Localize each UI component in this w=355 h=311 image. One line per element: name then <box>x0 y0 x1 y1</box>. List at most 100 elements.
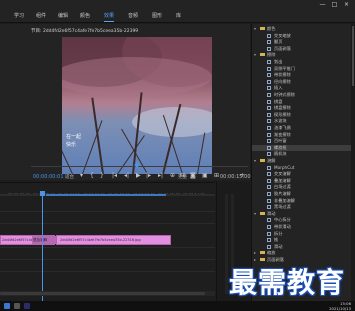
effect-item[interactable]: MorphCut <box>252 165 355 171</box>
transition-icon <box>267 93 271 97</box>
maximize-button[interactable]: □ <box>330 1 339 9</box>
timeline-scrollbar[interactable] <box>0 291 215 296</box>
chevron-right-icon[interactable]: ▸ <box>254 250 256 256</box>
transition-clip[interactable]: 叠加溶解 <box>32 236 56 244</box>
effect-item[interactable]: 叠加溶解 <box>252 178 355 184</box>
mark-in-button[interactable]: { <box>90 172 94 180</box>
effects-scroll-thumb[interactable] <box>352 26 354 86</box>
work-area-range[interactable] <box>46 194 166 196</box>
zoom-fit-select[interactable]: 适合 <box>65 174 74 180</box>
search-icon[interactable] <box>14 303 20 309</box>
safe-margins-button[interactable]: ⊞ <box>214 172 219 180</box>
effect-item[interactable]: 时钟式擦除 <box>252 92 355 98</box>
lift-button[interactable]: ⊕ <box>170 172 175 180</box>
effect-item[interactable]: 水波块 <box>252 118 355 124</box>
effect-label: 交叉缩放 <box>274 32 291 38</box>
effect-item[interactable]: 棋盘 <box>252 99 355 105</box>
effect-item[interactable]: 油漆飞溅 <box>252 125 355 131</box>
workspace-tab-color[interactable]: 颜色 <box>80 11 90 21</box>
effect-item[interactable]: 滑动 <box>252 244 355 250</box>
effect-item[interactable]: 双侧平推门 <box>252 66 355 72</box>
mark-out-button[interactable]: } <box>100 172 104 180</box>
effect-item[interactable]: 中心拆分 <box>252 217 355 223</box>
transition-icon <box>267 79 271 84</box>
effect-item[interactable]: 带状滑动 <box>252 224 355 230</box>
effect-item[interactable]: 黑场过渡 <box>252 204 355 210</box>
effect-item[interactable]: 交叉缩放 <box>252 33 355 39</box>
effect-item[interactable]: 棋盘擦除 <box>252 105 355 111</box>
playhead-timecode[interactable]: 00:00:00:01 <box>33 174 64 180</box>
workspace-tab-graphics[interactable]: 图形 <box>152 11 162 21</box>
effect-item[interactable]: 渐变擦除 <box>252 132 355 138</box>
workspace-tab-learn[interactable]: 学习 <box>14 11 24 21</box>
effect-item[interactable]: 胶片溶解 <box>252 191 355 197</box>
minimize-button[interactable]: — <box>318 1 327 9</box>
effect-label: 拆分 <box>274 230 283 236</box>
monitor-scrub-bar[interactable] <box>31 162 248 169</box>
effect-item[interactable]: 带状擦除 <box>252 72 355 78</box>
workspace-tab-audio[interactable]: 音频 <box>128 11 138 21</box>
chevron-down-icon[interactable]: ▾ <box>254 211 256 217</box>
play-button[interactable]: ▶ <box>136 172 141 180</box>
export-frame-button[interactable]: ◙ <box>190 172 196 180</box>
start-icon[interactable] <box>4 303 10 309</box>
effect-label: 双侧平推门 <box>274 65 295 71</box>
effect-item[interactable]: 划出 <box>252 59 355 65</box>
video-clip[interactable]: 2dd4fd2e6f57c4afe7fe7b5ceea35b-22316.jpg <box>56 235 171 245</box>
effect-item[interactable]: 拆分 <box>252 231 355 237</box>
workspace-tab-libraries[interactable]: 库 <box>176 11 181 21</box>
track-divider <box>0 247 215 248</box>
effect-item[interactable]: 螺旋框 <box>252 144 355 151</box>
timeline-scroll-thumb[interactable] <box>0 292 205 295</box>
effect-item[interactable]: 交叉溶解 <box>252 171 355 177</box>
effect-item[interactable]: 径向擦除 <box>252 79 355 85</box>
workspace-tab-editing[interactable]: 编辑 <box>58 11 68 21</box>
effect-label: 溶解 <box>267 158 276 163</box>
button-editor-button[interactable]: + <box>240 172 245 180</box>
taskbar-date[interactable]: 2021/10/13 <box>329 306 351 311</box>
step-back-button[interactable]: ◂| <box>124 172 129 180</box>
workspace-tab-assembly[interactable]: 组件 <box>36 11 46 21</box>
effect-folder[interactable]: ▾ 滑动 <box>252 211 355 217</box>
effect-folder[interactable]: ▸ 缩放 <box>252 250 355 256</box>
comparison-view-button[interactable]: ▣ <box>202 172 208 180</box>
track-divider <box>0 211 215 212</box>
effect-item[interactable]: 页面剥落 <box>252 46 355 52</box>
effect-item[interactable]: 插入 <box>252 85 355 91</box>
premiere-app-icon[interactable] <box>24 303 30 309</box>
add-marker-button[interactable]: ▾ <box>80 172 83 180</box>
chevron-down-icon[interactable]: ▾ <box>254 158 256 164</box>
step-forward-button[interactable]: |▸ <box>146 172 151 180</box>
effect-folder[interactable]: ▾ 颜色 <box>252 26 355 32</box>
effects-panel: ▾ 颜色 交叉缩放 翻页 页面剥落 ▾ 擦除 划出 双侧平推门 带状擦除 径向擦除 插入 时钟式擦除 棋盘… <box>251 24 355 301</box>
effect-label: 非叠加溶解 <box>274 197 295 203</box>
transition-icon <box>267 119 271 124</box>
effect-folder[interactable]: ▾ 溶解 <box>252 158 355 164</box>
effect-item[interactable]: 百叶窗 <box>252 138 355 144</box>
effect-item[interactable]: 翻页 <box>252 39 355 45</box>
close-button[interactable]: × <box>342 1 351 9</box>
chevron-down-icon[interactable]: ▾ <box>254 52 256 58</box>
timeline-playhead[interactable] <box>42 196 43 302</box>
transition-icon <box>267 231 271 236</box>
effects-scrollbar[interactable] <box>351 24 355 301</box>
effect-item[interactable]: 楔形擦除 <box>252 112 355 118</box>
video-frame[interactable]: 在一起 快乐 <box>62 37 212 174</box>
effect-item[interactable]: 随机块 <box>252 151 355 157</box>
chevron-down-icon[interactable]: ▾ <box>254 26 256 32</box>
transition-icon <box>267 218 271 223</box>
effect-label: MorphCut <box>274 164 295 170</box>
folder-icon <box>260 27 265 30</box>
effect-folder[interactable]: ▾ 擦除 <box>252 52 355 58</box>
transition-icon <box>267 106 271 111</box>
extract-button[interactable]: ⊟ <box>180 172 185 180</box>
go-to-out-button[interactable]: ▸| <box>158 172 163 180</box>
effect-item[interactable]: 非叠加溶解 <box>252 198 355 204</box>
effect-label: 颜色 <box>267 26 276 31</box>
effect-label: 擦除 <box>267 52 276 58</box>
effect-item[interactable]: 推 <box>252 237 355 243</box>
effect-label: 滑动 <box>274 243 283 249</box>
workspace-tab-effects[interactable]: 效果 <box>104 11 115 22</box>
go-to-in-button[interactable]: |◂ <box>112 172 117 180</box>
effect-item[interactable]: 白场过渡 <box>252 184 355 190</box>
